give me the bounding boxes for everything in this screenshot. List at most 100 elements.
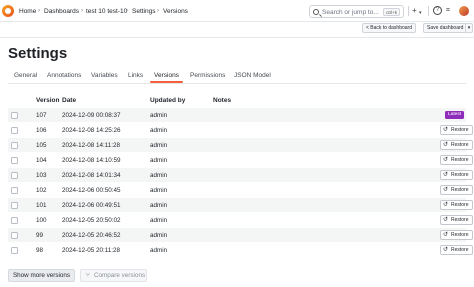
restore-label: Restore	[451, 127, 469, 133]
table-row: 103 2024-12-08 14:01:34 admin ↺ Restore	[8, 168, 473, 182]
add-dropdown-chevron-icon[interactable]: ▾	[419, 8, 422, 18]
row-updated-by: admin	[150, 156, 168, 164]
table-row: 107 2024-12-09 00:08:37 admin Latest	[8, 108, 466, 122]
search-input[interactable]: Search or jump to... ctrl+k	[309, 5, 404, 18]
row-checkbox[interactable]	[11, 111, 18, 119]
restore-button[interactable]: ↺ Restore	[440, 245, 473, 255]
row-version: 107	[36, 111, 47, 119]
column-header-date: Date	[62, 97, 77, 104]
history-icon: ↺	[443, 172, 449, 178]
row-checkbox[interactable]	[11, 171, 18, 179]
table-row: 104 2024-12-08 14:10:59 admin ↺ Restore	[8, 153, 473, 167]
table-row: 100 2024-12-05 20:50:02 admin ↺ Restore	[8, 213, 473, 227]
compare-versions-label: Compare versions	[94, 272, 146, 279]
row-checkbox[interactable]	[11, 201, 18, 209]
restore-label: Restore	[451, 172, 469, 178]
breadcrumb-versions: Versions	[163, 8, 188, 15]
row-checkbox[interactable]	[11, 156, 18, 164]
row-updated-by: admin	[150, 141, 168, 149]
latest-badge: Latest	[445, 111, 465, 119]
chevron-right-icon: ›	[157, 7, 159, 14]
save-dashboard-button[interactable]: Save dashboard	[423, 23, 468, 33]
restore-button[interactable]: ↺ Restore	[440, 215, 473, 225]
chevron-right-icon: ›	[81, 7, 83, 14]
row-updated-by: admin	[150, 171, 168, 179]
row-date: 2024-12-08 14:01:34	[62, 171, 121, 179]
history-icon: ↺	[443, 142, 449, 148]
tab-general[interactable]: General	[14, 72, 37, 79]
row-checkbox[interactable]	[11, 231, 18, 239]
row-checkbox[interactable]	[11, 216, 18, 224]
grafana-logo-icon[interactable]	[2, 5, 14, 17]
show-more-versions-button[interactable]: Show more versions	[8, 269, 75, 282]
tabs-divider	[8, 83, 466, 84]
column-header-version: Version	[36, 97, 60, 104]
breadcrumb-dashboard[interactable]: test 10 test-10	[86, 8, 127, 15]
code-branch-icon: ⑂	[86, 272, 90, 279]
tab-variables[interactable]: Variables	[91, 72, 118, 79]
restore-button[interactable]: ↺ Restore	[440, 185, 473, 195]
restore-button[interactable]: ↺ Restore	[440, 230, 473, 240]
save-options-chevron-icon[interactable]: ▾	[465, 23, 473, 33]
tab-annotations[interactable]: Annotations	[47, 72, 81, 79]
shortcut-badge: ctrl+k	[383, 8, 400, 16]
add-icon[interactable]: +	[412, 6, 417, 16]
history-icon: ↺	[443, 247, 449, 253]
tab-json-model[interactable]: JSON Model	[234, 72, 271, 79]
column-header-updated-by: Updated by	[150, 97, 186, 104]
history-icon: ↺	[443, 127, 449, 133]
row-version: 99	[36, 231, 44, 239]
table-row: 106 2024-12-08 14:25:26 admin ↺ Restore	[8, 123, 473, 137]
search-icon	[313, 9, 319, 15]
row-version: 104	[36, 156, 47, 164]
user-avatar[interactable]	[459, 6, 469, 16]
tab-permissions[interactable]: Permissions	[190, 72, 225, 79]
row-checkbox[interactable]	[11, 246, 18, 254]
breadcrumb-dashboards[interactable]: Dashboards	[44, 8, 79, 15]
row-date: 2024-12-05 20:50:02	[62, 216, 121, 224]
rss-news-icon[interactable]: ⌗	[446, 6, 450, 16]
page-title: Settings	[8, 45, 68, 62]
row-updated-by: admin	[150, 216, 168, 224]
restore-label: Restore	[451, 247, 469, 253]
row-version: 98	[36, 246, 44, 254]
compare-versions-button[interactable]: ⑂ Compare versions	[80, 269, 147, 282]
restore-button[interactable]: ↺ Restore	[440, 125, 473, 135]
restore-label: Restore	[451, 142, 469, 148]
row-updated-by: admin	[150, 111, 168, 119]
chevron-right-icon: ›	[38, 7, 40, 14]
row-date: 2024-12-08 14:25:26	[62, 126, 121, 134]
row-updated-by: admin	[150, 231, 168, 239]
row-version: 103	[36, 171, 47, 179]
row-date: 2024-12-08 14:11:28	[62, 141, 121, 149]
restore-button[interactable]: ↺ Restore	[440, 155, 473, 165]
restore-label: Restore	[451, 232, 469, 238]
row-date: 2024-12-06 00:49:51	[62, 201, 121, 209]
history-icon: ↺	[443, 187, 449, 193]
tab-links[interactable]: Links	[128, 72, 143, 79]
row-updated-by: admin	[150, 201, 168, 209]
table-row: 105 2024-12-08 14:11:28 admin ↺ Restore	[8, 138, 473, 152]
table-row: 101 2024-12-06 00:49:51 admin ↺ Restore	[8, 198, 473, 212]
row-date: 2024-12-08 14:10:59	[62, 156, 121, 164]
breadcrumb-settings[interactable]: Settings	[132, 8, 156, 15]
toolbar-divider	[408, 6, 409, 16]
row-checkbox[interactable]	[11, 141, 18, 149]
top-navbar: Home › Dashboards › test 10 test-10 › Se…	[0, 0, 474, 22]
restore-button[interactable]: ↺ Restore	[440, 170, 473, 180]
table-row: 99 2024-12-05 20:46:52 admin ↺ Restore	[8, 228, 473, 242]
back-to-dashboard-button[interactable]: < Back to dashboard	[362, 23, 417, 33]
row-updated-by: admin	[150, 186, 168, 194]
row-version: 102	[36, 186, 47, 194]
row-date: 2024-12-05 20:46:52	[62, 231, 121, 239]
breadcrumb-home[interactable]: Home	[19, 8, 36, 15]
restore-button[interactable]: ↺ Restore	[440, 200, 473, 210]
row-checkbox[interactable]	[11, 126, 18, 134]
help-icon[interactable]: ?	[433, 6, 442, 15]
tab-versions[interactable]: Versions	[154, 72, 179, 79]
row-checkbox[interactable]	[11, 186, 18, 194]
history-icon: ↺	[443, 232, 449, 238]
table-row: 102 2024-12-06 00:50:45 admin ↺ Restore	[8, 183, 473, 197]
restore-button[interactable]: ↺ Restore	[440, 140, 473, 150]
toolbar-divider	[428, 6, 429, 16]
